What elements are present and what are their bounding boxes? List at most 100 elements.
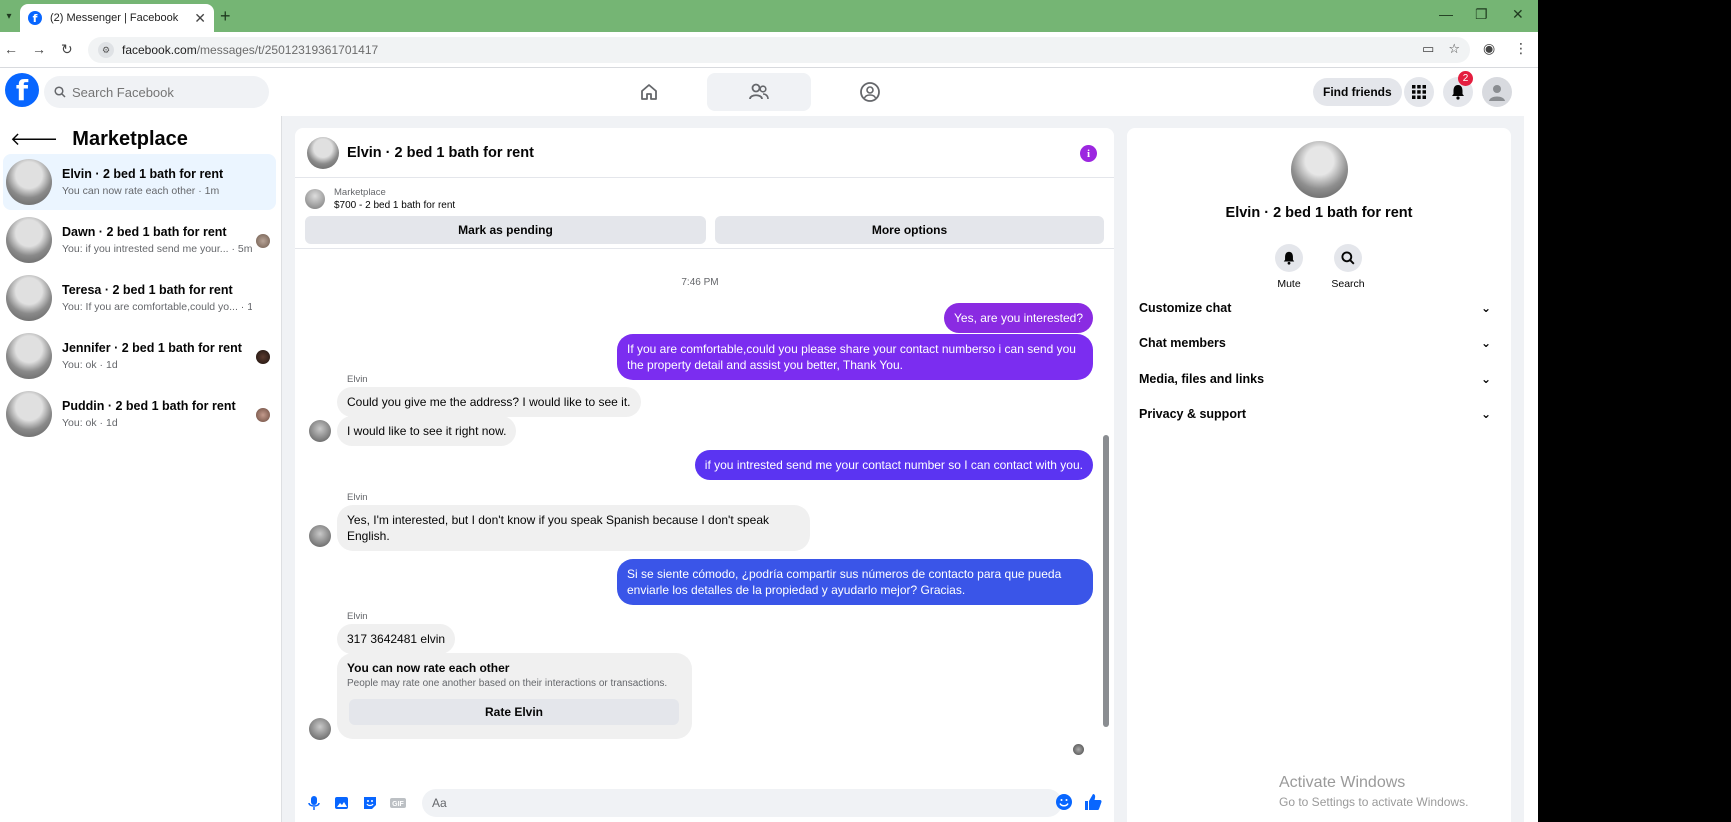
mute-label: Mute bbox=[1277, 278, 1301, 290]
thumbs-up-icon[interactable] bbox=[1083, 792, 1103, 812]
bookmark-star-icon[interactable]: ☆ bbox=[1448, 41, 1460, 57]
main-area: 🡐 Marketplace Elvin · 2 bed 1 bath for r… bbox=[0, 116, 1538, 822]
section-label: Privacy & support bbox=[1139, 407, 1246, 421]
groups-icon bbox=[860, 82, 880, 102]
conversation-preview: You can now rate each other · 1m bbox=[62, 185, 220, 197]
listing-thumbnail bbox=[6, 159, 52, 205]
profile-avatar-icon bbox=[1489, 85, 1505, 101]
page-scrollbar[interactable] bbox=[1524, 68, 1538, 822]
close-window-icon[interactable]: ✕ bbox=[1512, 6, 1524, 23]
marketplace-listing-bar: Marketplace $700 - 2 bed 1 bath for rent… bbox=[295, 179, 1114, 249]
sender-name: Elvin bbox=[347, 611, 368, 622]
nav-home[interactable] bbox=[597, 73, 701, 111]
nav-groups[interactable] bbox=[818, 73, 922, 111]
search-icon bbox=[1341, 251, 1355, 265]
find-friends-button[interactable]: Find friends bbox=[1313, 78, 1402, 106]
section-label: Customize chat bbox=[1139, 301, 1232, 315]
sender-avatar[interactable] bbox=[309, 420, 331, 442]
sender-avatar[interactable] bbox=[309, 525, 331, 547]
message-bubble-outgoing[interactable]: Si se siente cómodo, ¿podría compartir s… bbox=[617, 559, 1093, 605]
site-info-icon[interactable]: ⚙ bbox=[98, 42, 114, 58]
photo-icon[interactable] bbox=[333, 794, 351, 812]
section-privacy-support[interactable]: Privacy & support ⌄ bbox=[1139, 399, 1499, 429]
listing-thumbnail bbox=[6, 275, 52, 321]
nav-friends[interactable] bbox=[707, 73, 811, 111]
cast-icon[interactable]: ▭ bbox=[1422, 41, 1434, 57]
grid-icon bbox=[1412, 85, 1426, 99]
section-media-files-links[interactable]: Media, files and links ⌄ bbox=[1139, 364, 1499, 394]
message-bubble-outgoing[interactable]: Yes, are you interested? bbox=[944, 303, 1093, 333]
activate-windows-watermark: Activate Windows Go to Settings to activ… bbox=[1279, 774, 1468, 809]
info-icon[interactable]: i bbox=[1080, 145, 1097, 162]
message-bubble-incoming[interactable]: I would like to see it right now. bbox=[337, 416, 517, 446]
chat-panel: Elvin · 2 bed 1 bath for rent i Marketpl… bbox=[295, 128, 1114, 822]
search-chat-button[interactable]: Search bbox=[1323, 244, 1373, 290]
message-bubble-incoming[interactable]: 317 3642481 elvin bbox=[337, 624, 456, 654]
conversation-name: Dawn · 2 bed 1 bath for rent bbox=[62, 225, 227, 239]
minimize-icon[interactable]: — bbox=[1439, 6, 1453, 22]
new-tab-icon[interactable]: + bbox=[220, 6, 231, 27]
section-label: Media, files and links bbox=[1139, 372, 1265, 386]
microphone-icon[interactable] bbox=[305, 794, 323, 812]
tab-search-icon[interactable]: ▾ bbox=[2, 5, 16, 27]
message-timestamp: 7:46 PM bbox=[681, 277, 719, 288]
more-options-button[interactable]: More options bbox=[715, 216, 1104, 244]
message-input[interactable] bbox=[422, 789, 1062, 817]
section-chat-members[interactable]: Chat members ⌄ bbox=[1139, 328, 1499, 358]
chat-scrollbar[interactable] bbox=[1103, 435, 1109, 727]
back-arrow-icon[interactable]: 🡐 bbox=[10, 129, 58, 150]
seen-avatar bbox=[256, 234, 270, 248]
menu-grid-button[interactable] bbox=[1404, 77, 1434, 107]
message-bubble-outgoing[interactable]: if you intrested send me your contact nu… bbox=[694, 450, 1093, 480]
svg-text:GIF: GIF bbox=[392, 801, 404, 808]
listing-title[interactable]: $700 - 2 bed 1 bath for rent bbox=[334, 200, 455, 211]
back-icon[interactable]: ← bbox=[4, 41, 18, 57]
watermark-subtitle: Go to Settings to activate Windows. bbox=[1279, 795, 1469, 809]
reload-icon[interactable]: ↻ bbox=[61, 41, 73, 58]
profile-icon[interactable]: ◉ bbox=[1483, 40, 1495, 57]
address-bar[interactable]: ⚙ facebook.com/messages/t/25012319361701… bbox=[88, 37, 1470, 63]
conversation-item[interactable]: Puddin · 2 bed 1 bath for rent You: ok ·… bbox=[3, 386, 276, 442]
sender-avatar[interactable] bbox=[309, 718, 331, 740]
browser-menu-icon[interactable]: ⋮ bbox=[1514, 40, 1528, 57]
url-host: facebook.com bbox=[122, 43, 197, 57]
browser-tab-bar: ▾ f (2) Messenger | Facebook ✕ + — ❐ ✕ bbox=[0, 0, 1538, 32]
chevron-down-icon: ⌄ bbox=[1480, 301, 1491, 315]
listing-thumbnail bbox=[6, 391, 52, 437]
conversation-item[interactable]: Jennifer · 2 bed 1 bath for rent You: ok… bbox=[3, 328, 276, 384]
conversation-preview: You: If you are comfortable,could yo... … bbox=[62, 301, 252, 313]
search-input[interactable] bbox=[72, 84, 252, 100]
rate-button[interactable]: Rate Elvin bbox=[349, 699, 679, 725]
tab-close-icon[interactable]: ✕ bbox=[194, 10, 206, 27]
facebook-search[interactable] bbox=[44, 76, 269, 108]
restore-icon[interactable]: ❐ bbox=[1475, 6, 1488, 23]
chat-avatar[interactable] bbox=[307, 136, 339, 169]
conversation-item[interactable]: Teresa · 2 bed 1 bath for rent You: If y… bbox=[3, 270, 276, 326]
mute-button[interactable]: Mute bbox=[1264, 244, 1314, 290]
message-bubble-outgoing[interactable]: If you are comfortable,could you please … bbox=[617, 334, 1093, 380]
emoji-icon[interactable] bbox=[1055, 793, 1073, 811]
chat-title[interactable]: Elvin · 2 bed 1 bath for rent bbox=[347, 145, 534, 161]
facebook-logo-icon[interactable]: f bbox=[5, 73, 39, 107]
listing-thumbnail[interactable] bbox=[305, 189, 325, 209]
sticker-icon[interactable] bbox=[361, 794, 379, 812]
contact-avatar[interactable] bbox=[1291, 141, 1348, 198]
conversation-item[interactable]: Dawn · 2 bed 1 bath for rent You: if you… bbox=[3, 212, 276, 268]
sender-name: Elvin bbox=[347, 492, 368, 503]
browser-tab[interactable]: f (2) Messenger | Facebook ✕ bbox=[20, 4, 214, 32]
mark-as-pending-button[interactable]: Mark as pending bbox=[305, 216, 706, 244]
section-customize-chat[interactable]: Customize chat ⌄ bbox=[1139, 293, 1499, 323]
app-window: ▾ f (2) Messenger | Facebook ✕ + — ❐ ✕ ←… bbox=[0, 0, 1538, 822]
forward-icon[interactable]: → bbox=[32, 41, 46, 57]
facebook-header: f Find friends 2 bbox=[0, 68, 1538, 116]
conversation-name: Puddin · 2 bed 1 bath for rent bbox=[62, 399, 236, 413]
account-avatar[interactable] bbox=[1482, 77, 1512, 107]
gif-icon[interactable]: GIF bbox=[389, 794, 407, 812]
home-icon bbox=[641, 84, 657, 100]
conversation-item[interactable]: Elvin · 2 bed 1 bath for rent You can no… bbox=[3, 154, 276, 210]
message-bubble-incoming[interactable]: Could you give me the address? I would l… bbox=[337, 387, 641, 417]
chat-info-panel: Elvin · 2 bed 1 bath for rent Mute Searc… bbox=[1127, 128, 1511, 822]
rating-card: You can now rate each other People may r… bbox=[337, 653, 692, 739]
message-bubble-incoming[interactable]: Yes, I'm interested, but I don't know if… bbox=[337, 505, 810, 551]
conversation-preview: You: ok · 1d bbox=[62, 359, 118, 371]
